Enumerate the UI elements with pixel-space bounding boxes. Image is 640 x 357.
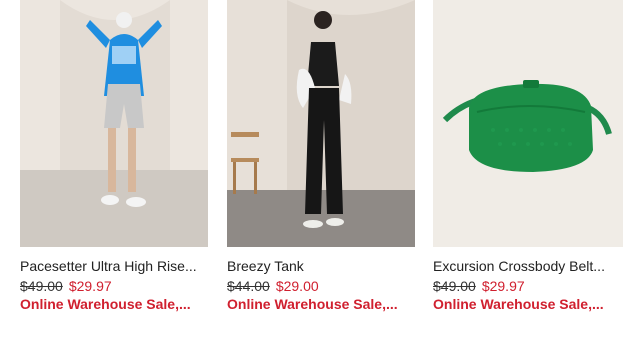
promo-text: Online Warehouse Sale,...: [20, 296, 191, 312]
product-image[interactable]: [433, 0, 623, 247]
product-image[interactable]: [20, 0, 208, 247]
product-card[interactable]: Pacesetter Ultra High Rise... $49.00 $29.…: [20, 0, 208, 313]
product-grid: Pacesetter Ultra High Rise... $49.00 $29.…: [0, 0, 640, 357]
sale-price: $29.00: [275, 278, 319, 294]
sale-price: $29.97: [481, 278, 525, 294]
product-image[interactable]: [227, 0, 415, 247]
product-name[interactable]: Pacesetter Ultra High Rise...: [20, 258, 208, 275]
product-card[interactable]: Excursion Crossbody Belt... $49.00 $29.97…: [433, 0, 623, 313]
sale-price: $29.97: [68, 278, 112, 294]
product-prices: $44.00 $29.00: [227, 278, 415, 295]
original-price: $49.00: [433, 278, 476, 294]
original-price: $49.00: [20, 278, 63, 294]
original-price: $44.00: [227, 278, 270, 294]
product-name[interactable]: Breezy Tank: [227, 258, 415, 275]
product-prices: $49.00 $29.97: [433, 278, 623, 295]
promo-text: Online Warehouse Sale,...: [227, 296, 398, 312]
product-name[interactable]: Excursion Crossbody Belt...: [433, 258, 623, 275]
product-prices: $49.00 $29.97: [20, 278, 208, 295]
promo-text: Online Warehouse Sale,...: [433, 296, 604, 312]
product-card[interactable]: Breezy Tank $44.00 $29.00 Online Warehous…: [227, 0, 415, 313]
